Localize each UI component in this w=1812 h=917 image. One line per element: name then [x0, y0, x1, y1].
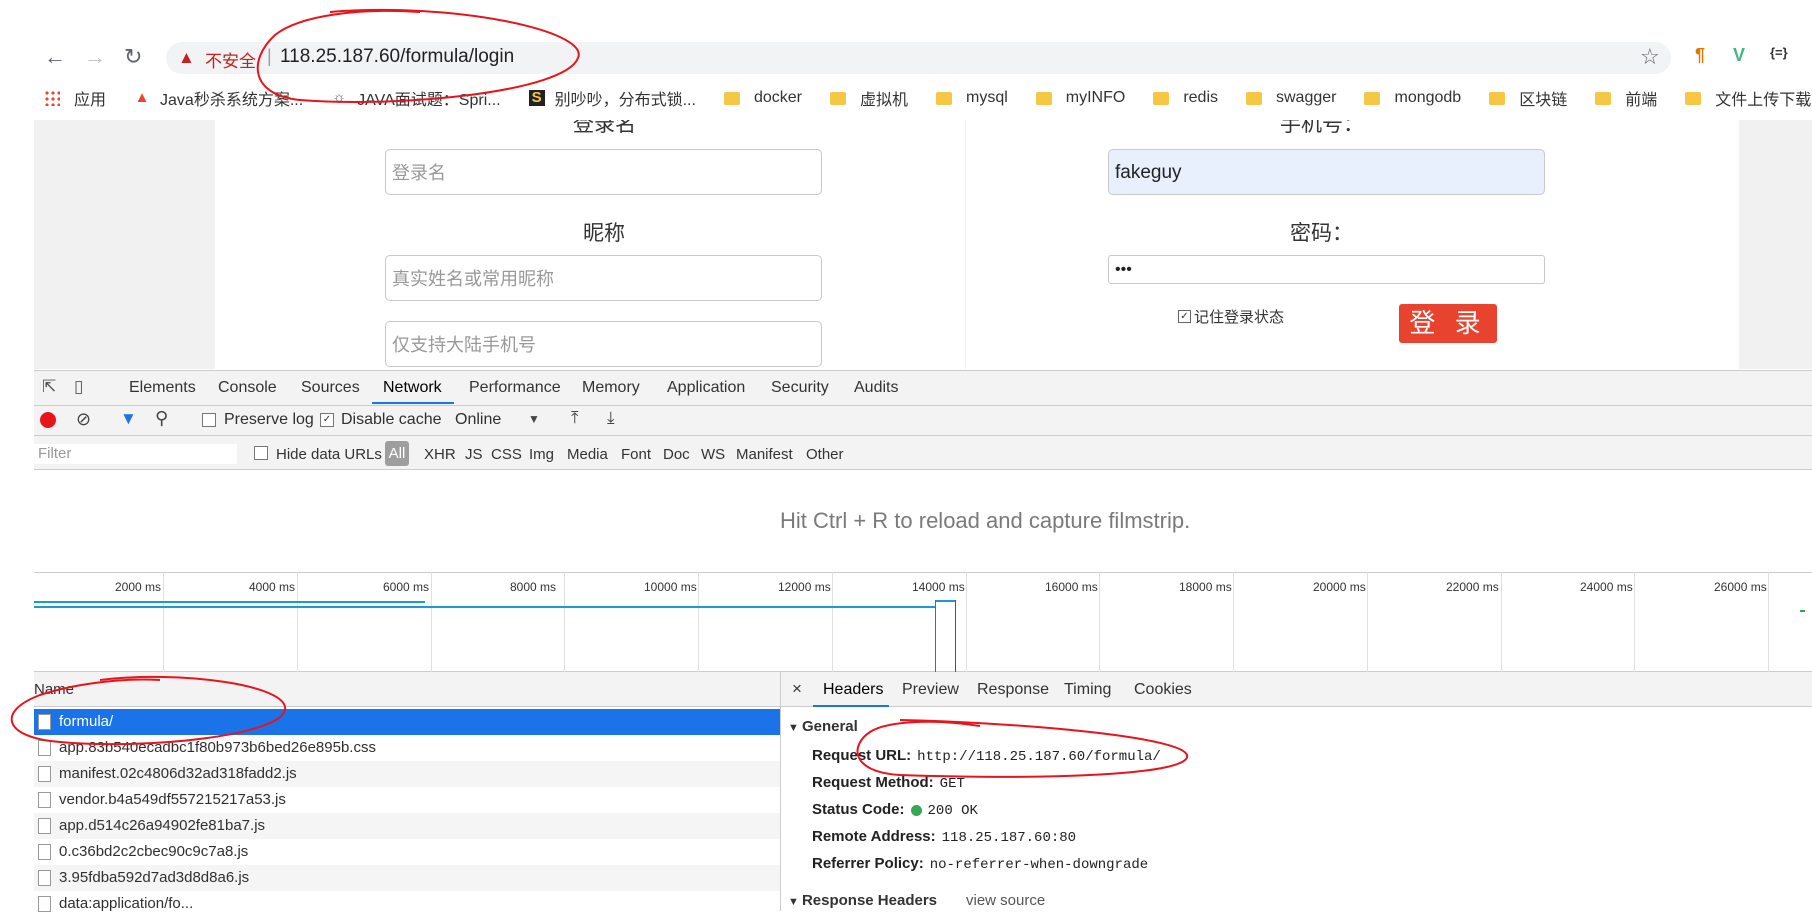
red-annotation-circles — [10, 8, 1189, 778]
